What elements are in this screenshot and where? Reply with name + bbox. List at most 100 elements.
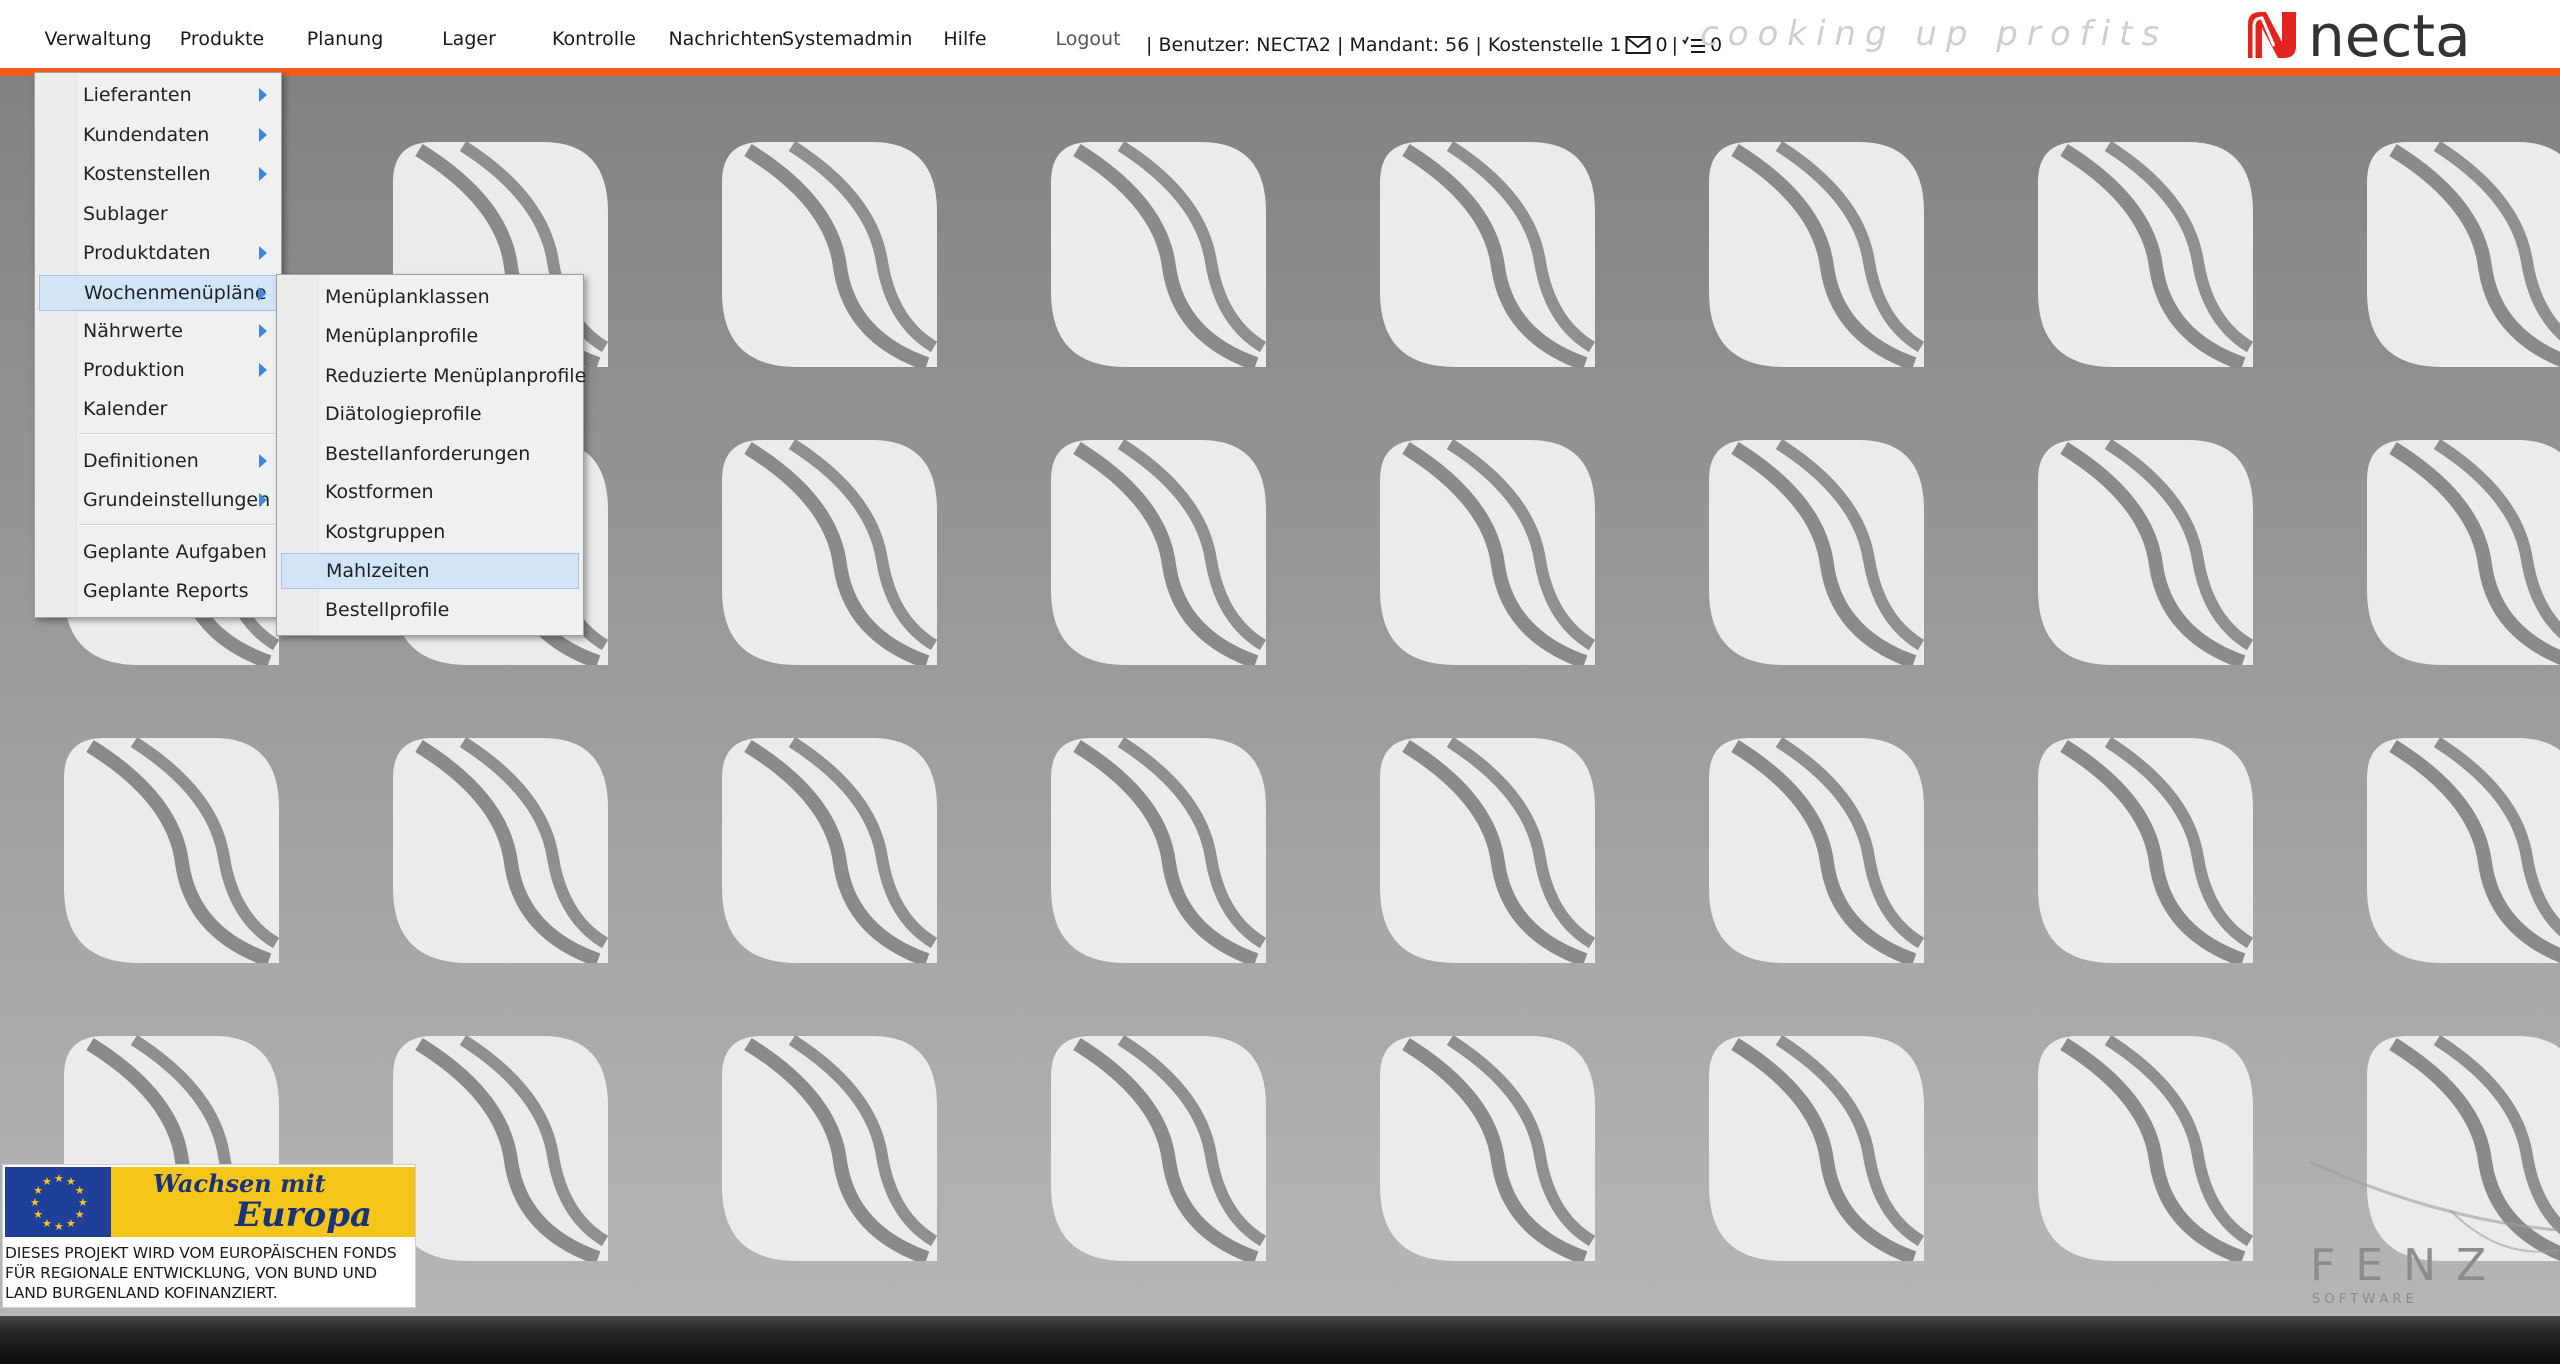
leaf-pattern-icon — [1709, 1036, 1924, 1261]
submenu-arrow-icon — [259, 363, 267, 377]
menu-separator — [79, 524, 275, 526]
menu-item-nährwerte[interactable]: Nährwerte — [39, 313, 277, 349]
leaf-pattern-icon — [1709, 440, 1924, 665]
leaf-pattern-icon — [1709, 738, 1924, 963]
leaf-pattern-icon — [1051, 738, 1266, 963]
submenu-arrow-icon — [258, 287, 266, 301]
menu-item-wochenmenüpläne[interactable]: Wochenmenüpläne — [39, 275, 277, 311]
menu-item-label: Menüplanklassen — [325, 286, 490, 308]
user-info-separator: | — [1671, 34, 1678, 56]
menu-nachrichten[interactable]: Nachrichten — [664, 28, 788, 70]
menu-item-label: Sublager — [83, 203, 168, 225]
menu-item-produktdaten[interactable]: Produktdaten — [39, 235, 277, 271]
message-count[interactable]: 0 — [1655, 34, 1667, 56]
menu-item-grundeinstellungen[interactable]: Grundeinstellungen — [39, 482, 277, 518]
menu-item-kostformen[interactable]: Kostformen — [281, 474, 579, 510]
top-menu-bar: Verwaltung Produkte Planung Lager Kontro… — [0, 0, 2560, 68]
leaf-pattern-icon — [1051, 142, 1266, 367]
svg-text:★: ★ — [33, 1208, 43, 1221]
menu-kontrolle[interactable]: Kontrolle — [544, 28, 644, 70]
leaf-pattern-icon — [1380, 1036, 1595, 1261]
leaf-pattern-icon — [2038, 142, 2253, 367]
submenu-arrow-icon — [259, 324, 267, 338]
svg-text:★: ★ — [54, 1220, 64, 1233]
menu-item-label: Reduzierte Menüplanprofile — [325, 365, 587, 387]
menu-item-kalender[interactable]: Kalender — [39, 391, 277, 427]
leaf-pattern-icon — [722, 738, 937, 963]
leaf-pattern-icon — [1051, 1036, 1266, 1261]
svg-text:★: ★ — [42, 1217, 52, 1230]
menu-planung[interactable]: Planung — [294, 28, 396, 70]
leaf-pattern-icon — [2038, 1036, 2253, 1261]
menu-item-menüplanprofile[interactable]: Menüplanprofile — [281, 318, 579, 354]
bottom-taskbar — [0, 1316, 2560, 1364]
menu-item-kostgruppen[interactable]: Kostgruppen — [281, 514, 579, 550]
envelope-icon[interactable] — [1625, 35, 1651, 55]
leaf-pattern-icon — [393, 738, 608, 963]
menu-item-lieferanten[interactable]: Lieferanten — [39, 77, 277, 113]
menu-produkte[interactable]: Produkte — [172, 28, 272, 70]
leaf-pattern-icon — [722, 1036, 937, 1261]
menu-item-kostenstellen[interactable]: Kostenstellen — [39, 156, 277, 192]
leaf-pattern-icon — [1051, 440, 1266, 665]
menu-item-bestellanforderungen[interactable]: Bestellanforderungen — [281, 436, 579, 472]
menu-item-geplante-aufgaben[interactable]: Geplante Aufgaben — [39, 534, 277, 570]
leaf-pattern-icon — [1380, 440, 1595, 665]
fenz-logo-subtext: S O F T W A R E — [2312, 1292, 2414, 1307]
svg-text:★: ★ — [66, 1217, 76, 1230]
svg-text:★: ★ — [54, 1172, 64, 1185]
menu-item-kundendaten[interactable]: Kundendaten — [39, 117, 277, 153]
logout-link[interactable]: Logout — [1050, 28, 1126, 70]
eu-banner-description: DIESES PROJEKT WIRD VOM EUROPÄISCHEN FON… — [5, 1244, 397, 1302]
menu-separator — [79, 433, 275, 435]
menu-item-reduzierte-menüplanprofile[interactable]: Reduzierte Menüplanprofile — [281, 358, 586, 394]
leaf-pattern-background — [0, 76, 2560, 1316]
menu-item-label: Kostenstellen — [83, 163, 211, 185]
menu-item-sublager[interactable]: Sublager — [39, 196, 277, 232]
menu-lager[interactable]: Lager — [428, 28, 510, 70]
submenu-arrow-icon — [259, 246, 267, 260]
menu-item-bestellprofile[interactable]: Bestellprofile — [281, 592, 579, 628]
submenu-arrow-icon — [259, 128, 267, 142]
menu-item-label: Produktdaten — [83, 242, 211, 264]
menu-item-diätologieprofile[interactable]: Diätologieprofile — [281, 396, 579, 432]
menu-item-label: Definitionen — [83, 450, 199, 472]
svg-text:★: ★ — [75, 1208, 85, 1221]
menu-item-label: Mahlzeiten — [326, 560, 430, 582]
menu-verwaltung[interactable]: Verwaltung — [38, 28, 158, 70]
menu-item-label: Nährwerte — [83, 320, 183, 342]
submenu-arrow-icon — [259, 88, 267, 102]
leaf-pattern-icon — [1380, 142, 1595, 367]
fenz-logo-text: FENZ — [2310, 1240, 2506, 1291]
submenu-arrow-icon — [259, 454, 267, 468]
user-info: | Benutzer: NECTA2 | Mandant: 56 | Koste… — [1146, 34, 1722, 56]
svg-text:★: ★ — [42, 1175, 52, 1188]
menu-item-label: Bestellprofile — [325, 599, 450, 621]
menu-item-label: Kostformen — [325, 481, 434, 503]
accent-line — [0, 68, 2560, 76]
menu-item-label: Geplante Reports — [83, 580, 249, 602]
leaf-pattern-icon — [2367, 440, 2560, 665]
eu-banner-title: Wachsen mit — [153, 1169, 326, 1198]
eu-flag-icon: ★ ★ ★ ★ ★ ★ ★ ★ ★ ★ ★ ★ — [5, 1167, 111, 1237]
menu-item-label: Diätologieprofile — [325, 403, 482, 425]
leaf-pattern-icon — [393, 1036, 608, 1261]
menu-systemadmin[interactable]: Systemadmin — [782, 28, 912, 70]
leaf-pattern-icon — [2038, 440, 2253, 665]
menu-item-label: Menüplanprofile — [325, 325, 479, 347]
logo-text: necta — [2308, 6, 2471, 64]
leaf-pattern-icon — [2367, 738, 2560, 963]
menu-item-label: Kalender — [83, 398, 168, 420]
necta-logo: necta — [2248, 6, 2471, 64]
menu-item-mahlzeiten[interactable]: Mahlzeiten — [281, 553, 579, 589]
menu-item-label: Kostgruppen — [325, 521, 446, 543]
menu-item-menüplanklassen[interactable]: Menüplanklassen — [281, 279, 579, 315]
menu-item-geplante-reports[interactable]: Geplante Reports — [39, 573, 277, 609]
menu-hilfe[interactable]: Hilfe — [930, 28, 1000, 70]
eu-funding-banner: ★ ★ ★ ★ ★ ★ ★ ★ ★ ★ ★ ★ Wachsen mit Europa DIESES P… — [2, 1164, 416, 1308]
svg-text:★: ★ — [30, 1196, 40, 1209]
menu-item-definitionen[interactable]: Definitionen — [39, 443, 277, 479]
leaf-pattern-icon — [1380, 738, 1595, 963]
submenu-arrow-icon — [259, 167, 267, 181]
menu-item-produktion[interactable]: Produktion — [39, 352, 277, 388]
